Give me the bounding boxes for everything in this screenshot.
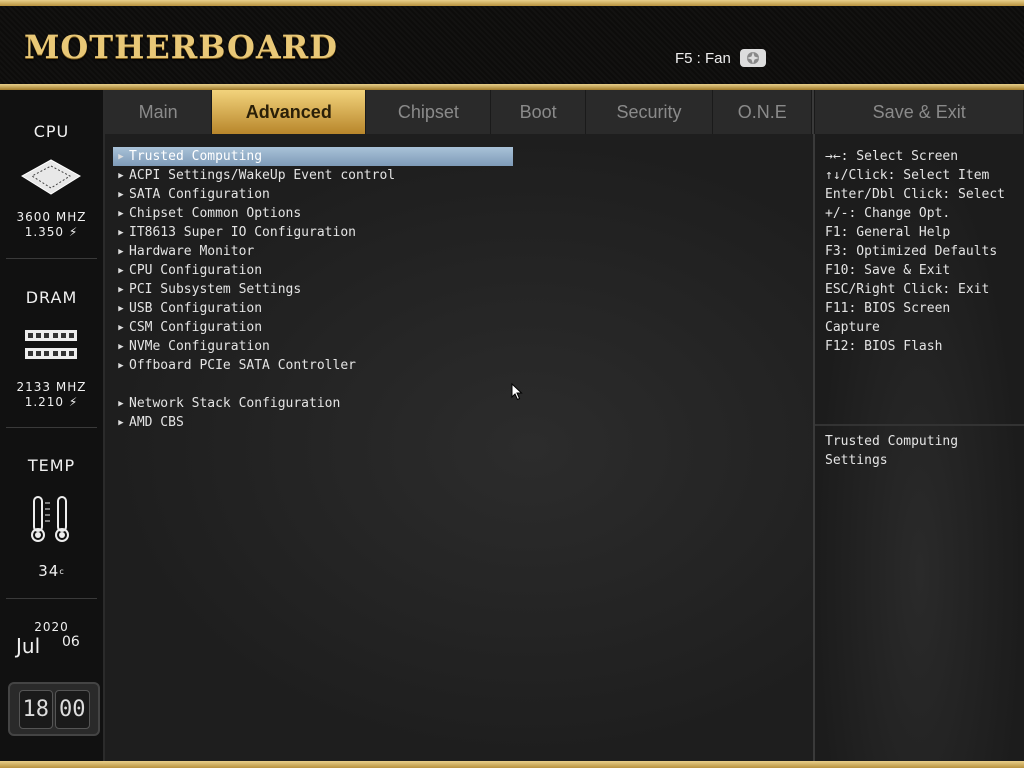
submenu-arrow-icon: ▶ (118, 398, 124, 409)
help-key-line: F11: BIOS Screen (825, 301, 951, 316)
tab-one[interactable]: O.N.E (713, 90, 813, 134)
date-day: 06 (62, 634, 80, 650)
help-key-line: F3: Optimized Defaults (825, 244, 998, 259)
submenu-arrow-icon: ▶ (118, 360, 124, 371)
submenu-arrow-icon: ▶ (118, 265, 124, 276)
clock-minute: 00 (55, 689, 90, 729)
tab-security[interactable]: Security (585, 90, 714, 134)
header-bar: MOTHERBOARD F5 : Fan (0, 6, 1024, 84)
help-key-line: Capture (825, 320, 880, 335)
fan-hint-label: F5 : Fan (675, 49, 731, 67)
menu-item-pci-subsystem-settings[interactable]: ▶ PCI Subsystem Settings (113, 280, 513, 299)
cpu-title: CPU (33, 122, 70, 141)
menu-item-super-io-configuration[interactable]: ▶ IT8613 Super IO Configuration (113, 223, 513, 242)
menu-item-acpi-settings[interactable]: ▶ ACPI Settings/WakeUp Event control (113, 166, 513, 185)
dram-frequency: 2133 MHZ (16, 380, 87, 394)
fan-icon (739, 49, 766, 67)
dram-voltage: 1.210 ⚡ (24, 395, 79, 409)
tab-main[interactable]: Main (105, 90, 213, 134)
menu-item-network-stack[interactable]: ▶ Network Stack Configuration (113, 394, 513, 413)
temp-title: TEMP (27, 456, 76, 475)
submenu-arrow-icon: ▶ (118, 322, 124, 333)
sidebar-divider (6, 598, 97, 599)
date-year: 2020 (34, 620, 69, 634)
tab-bar: Main Advanced Chipset Boot Security O.N.… (105, 90, 1024, 134)
help-key-line: ESC/Right Click: Exit (825, 282, 990, 297)
submenu-arrow-icon: ▶ (118, 208, 124, 219)
bottom-gold-border (0, 761, 1024, 768)
submenu-arrow-icon: ▶ (118, 246, 124, 257)
menu-item-chipset-common-options[interactable]: ▶ Chipset Common Options (113, 204, 513, 223)
clock-widget: 18 00 (8, 682, 100, 736)
dram-module-icon (25, 330, 77, 359)
sidebar-divider (6, 258, 97, 259)
help-key-line: ↑↓/Click: Select Item (825, 168, 990, 183)
menu-item-nvme-configuration[interactable]: ▶ NVMe Configuration (113, 337, 513, 356)
help-key-line: F10: Save & Exit (825, 263, 951, 278)
date-month: Jul (16, 634, 41, 658)
submenu-arrow-icon: ▶ (118, 189, 124, 200)
tab-save-exit[interactable]: Save & Exit (815, 90, 1024, 134)
menu-item-offboard-pcie-sata[interactable]: ▶ Offboard PCIe SATA Controller (113, 356, 513, 375)
help-panel: →←: Select Screen ↑↓/Click: Select Item … (815, 134, 1024, 761)
dram-title: DRAM (25, 288, 78, 307)
menu-item-sata-configuration[interactable]: ▶ SATA Configuration (113, 185, 513, 204)
help-key-line: F12: BIOS Flash (825, 339, 943, 354)
advanced-menu-panel: ▶ Trusted Computing ▶ ACPI Settings/WakeUp… (105, 134, 813, 761)
temp-value: 34c (38, 562, 65, 580)
submenu-arrow-icon: ▶ (118, 284, 124, 295)
help-key-line: →←: Select Screen (825, 149, 959, 164)
submenu-arrow-icon: ▶ (118, 170, 124, 181)
cpu-voltage: 1.350 ⚡ (24, 225, 79, 239)
thermometer-icon (31, 496, 69, 542)
submenu-arrow-icon: ▶ (118, 151, 124, 162)
menu-item-cpu-configuration[interactable]: ▶ CPU Configuration (113, 261, 513, 280)
submenu-arrow-icon: ▶ (118, 303, 124, 314)
submenu-arrow-icon: ▶ (118, 341, 124, 352)
tab-boot[interactable]: Boot (491, 90, 586, 134)
help-key-line: +/-: Change Opt. (825, 206, 951, 221)
lightning-icon: ⚡ (64, 395, 79, 409)
item-description: Trusted Computing Settings (825, 434, 959, 468)
submenu-arrow-icon: ▶ (118, 417, 124, 428)
lightning-icon: ⚡ (64, 225, 79, 239)
sidebar-divider (6, 427, 97, 428)
menu-item-usb-configuration[interactable]: ▶ USB Configuration (113, 299, 513, 318)
mouse-cursor-icon (511, 383, 523, 401)
submenu-arrow-icon: ▶ (118, 227, 124, 238)
help-divider (815, 424, 1024, 426)
menu-item-hardware-monitor[interactable]: ▶ Hardware Monitor (113, 242, 513, 261)
menu-item-amd-cbs[interactable]: ▶ AMD CBS (113, 413, 513, 432)
cpu-chip-icon (21, 159, 81, 195)
brand-logo: MOTHERBOARD (24, 28, 339, 66)
status-sidebar: CPU 3600 MHZ 1.350 ⚡ DRAM 2133 MHZ 1.210… (0, 90, 105, 761)
fan-hotkey-hint[interactable]: F5 : Fan (675, 48, 767, 68)
menu-item-trusted-computing[interactable]: ▶ Trusted Computing (113, 147, 513, 166)
clock-hour: 18 (18, 689, 53, 729)
help-key-line: F1: General Help (825, 225, 951, 240)
help-key-line: Enter/Dbl Click: Select (825, 187, 1006, 202)
tab-advanced[interactable]: Advanced (212, 90, 367, 134)
tab-chipset[interactable]: Chipset (366, 90, 492, 134)
menu-item-csm-configuration[interactable]: ▶ CSM Configuration (113, 318, 513, 337)
cpu-frequency: 3600 MHZ (16, 210, 87, 224)
